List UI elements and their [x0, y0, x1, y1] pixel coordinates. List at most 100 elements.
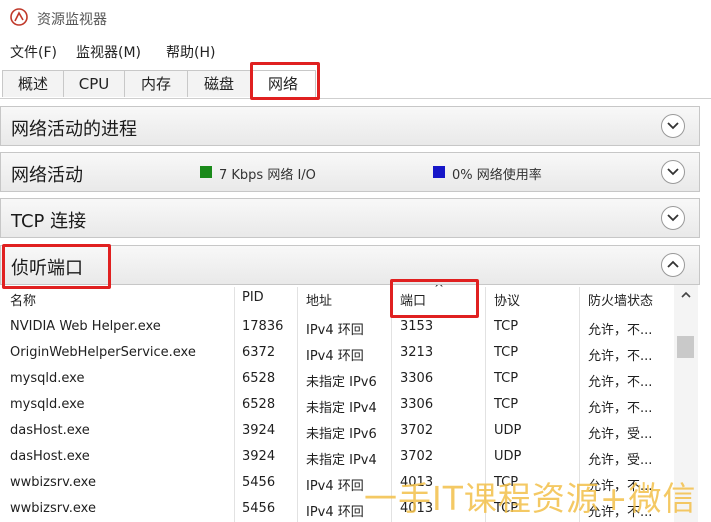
table-cell: dasHost.exe: [10, 449, 90, 464]
column-header-protocol[interactable]: 协议: [494, 290, 520, 309]
column-header-address[interactable]: 地址: [306, 290, 332, 309]
table-cell: 未指定 IPv4: [306, 401, 377, 416]
section-network-processes[interactable]: 网络活动的进程: [0, 106, 700, 146]
collapse-button[interactable]: [661, 253, 685, 277]
section-title: 网络活动: [11, 165, 83, 186]
menu-monitor[interactable]: 监视器(M): [76, 42, 141, 62]
sort-ascending-icon: ^: [434, 285, 445, 295]
title-bar: 资源监视器: [0, 0, 711, 36]
chevron-down-icon: [667, 122, 679, 130]
table-cell: TCP: [494, 345, 519, 360]
table-row[interactable]: NVIDIA Web Helper.exe 17836 IPv4 环回 3153 TCP…: [0, 315, 672, 341]
expand-button[interactable]: [661, 114, 685, 138]
table-cell: IPv4 环回: [306, 479, 364, 494]
table-cell: IPv4 环回: [306, 505, 364, 520]
table-cell: 3306: [400, 371, 434, 386]
column-header-port[interactable]: 端口: [400, 290, 426, 309]
table-cell: UDP: [494, 449, 522, 464]
table-cell: IPv4 环回: [306, 349, 364, 364]
table-cell: 未指定 IPv6: [306, 375, 377, 390]
section-network-activity[interactable]: 网络活动 7 Kbps 网络 I/O 0% 网络使用率: [0, 152, 700, 192]
expand-button[interactable]: [661, 206, 685, 230]
io-legend-label: 7 Kbps 网络 I/O: [219, 168, 316, 183]
window-title: 资源监视器: [37, 12, 107, 28]
table-cell: 3213: [400, 345, 434, 360]
column-header-pid[interactable]: PID: [242, 290, 264, 305]
table-cell: mysqld.exe: [10, 371, 85, 386]
expand-button[interactable]: [661, 160, 685, 184]
tab-network[interactable]: 网络: [250, 70, 316, 97]
table-cell: 5456: [242, 501, 276, 516]
tab-overview[interactable]: 概述: [2, 70, 64, 97]
table-row[interactable]: wwbizsrv.exe 5456 IPv4 环回 4013 TCP 允许，不...: [0, 471, 672, 497]
table-cell: 允许，不...: [588, 349, 653, 364]
table-cell: wwbizsrv.exe: [10, 501, 96, 516]
table-cell: 3153: [400, 319, 434, 334]
resource-monitor-icon: [10, 8, 28, 26]
table-cell: 允许，不...: [588, 401, 653, 416]
table-row[interactable]: dasHost.exe 3924 未指定 IPv4 3702 UDP 允许，受...: [0, 445, 672, 471]
table-row[interactable]: wwbizsrv.exe 5456 IPv4 环回 4013 TCP 允许，不...: [0, 497, 672, 522]
section-title: 网络活动的进程: [11, 119, 137, 140]
table-cell: 4013: [400, 475, 434, 490]
table-row[interactable]: mysqld.exe 6528 未指定 IPv4 3306 TCP 允许，不...: [0, 393, 672, 419]
usage-legend-label: 0% 网络使用率: [452, 168, 542, 183]
table-cell: 3702: [400, 423, 434, 438]
table-row[interactable]: dasHost.exe 3924 未指定 IPv6 3702 UDP 允许，受...: [0, 419, 672, 445]
section-title: 侦听端口: [11, 258, 83, 279]
scroll-thumb[interactable]: [677, 336, 694, 358]
table-row[interactable]: mysqld.exe 6528 未指定 IPv6 3306 TCP 允许，不...: [0, 367, 672, 393]
table-cell: 允许，不...: [588, 375, 653, 390]
table-cell: IPv4 环回: [306, 323, 364, 338]
table-cell: 6528: [242, 397, 276, 412]
table-cell: 4013: [400, 501, 434, 516]
table-cell: TCP: [494, 371, 519, 386]
column-divider[interactable]: [579, 287, 580, 522]
table-cell: TCP: [494, 475, 519, 490]
tab-cpu[interactable]: CPU: [63, 70, 125, 97]
vertical-scrollbar[interactable]: [674, 285, 698, 522]
usage-legend-swatch: [433, 166, 445, 178]
section-listening-ports[interactable]: 侦听端口: [0, 245, 700, 285]
table-cell: 允许，受...: [588, 427, 653, 442]
menu-file[interactable]: 文件(F): [10, 42, 57, 62]
chevron-down-icon: [667, 168, 679, 176]
tab-memory[interactable]: 内存: [124, 70, 188, 97]
column-divider[interactable]: [297, 287, 298, 522]
listening-ports-table: 名称 PID 地址 端口 ^ 协议 防火墙状态 NVIDIA Web Helpe…: [0, 285, 698, 522]
table-cell: wwbizsrv.exe: [10, 475, 96, 490]
table-cell: NVIDIA Web Helper.exe: [10, 319, 161, 334]
column-header-firewall[interactable]: 防火墙状态: [588, 290, 653, 309]
table-cell: 6372: [242, 345, 276, 360]
table-cell: OriginWebHelperService.exe: [10, 345, 196, 360]
table-row[interactable]: OriginWebHelperService.exe 6372 IPv4 环回 321…: [0, 341, 672, 367]
chevron-up-icon: [667, 260, 679, 268]
table-cell: 允许，不...: [588, 479, 653, 494]
section-title: TCP 连接: [11, 211, 87, 232]
table-cell: mysqld.exe: [10, 397, 85, 412]
table-cell: TCP: [494, 319, 519, 334]
section-tcp-connections[interactable]: TCP 连接: [0, 198, 700, 238]
table-cell: TCP: [494, 501, 519, 516]
table-cell: 未指定 IPv6: [306, 427, 377, 442]
table-cell: 6528: [242, 371, 276, 386]
column-header-name[interactable]: 名称: [10, 290, 36, 309]
tab-disk[interactable]: 磁盘: [187, 70, 251, 97]
table-cell: UDP: [494, 423, 522, 438]
column-divider[interactable]: [391, 287, 392, 522]
table-cell: 未指定 IPv4: [306, 453, 377, 468]
table-cell: 5456: [242, 475, 276, 490]
table-cell: 允许，不...: [588, 505, 653, 520]
scroll-up-icon[interactable]: [681, 291, 691, 299]
table-cell: 3924: [242, 449, 276, 464]
table-cell: 3924: [242, 423, 276, 438]
column-divider[interactable]: [485, 287, 486, 522]
table-cell: 3702: [400, 449, 434, 464]
io-legend-swatch: [200, 166, 212, 178]
menu-help[interactable]: 帮助(H): [166, 42, 215, 62]
column-divider[interactable]: [234, 287, 235, 522]
table-cell: 允许，受...: [588, 453, 653, 468]
table-cell: 允许，不...: [588, 323, 653, 338]
table-cell: TCP: [494, 397, 519, 412]
tab-bar: 概述 CPU 内存 磁盘 网络: [0, 68, 711, 99]
